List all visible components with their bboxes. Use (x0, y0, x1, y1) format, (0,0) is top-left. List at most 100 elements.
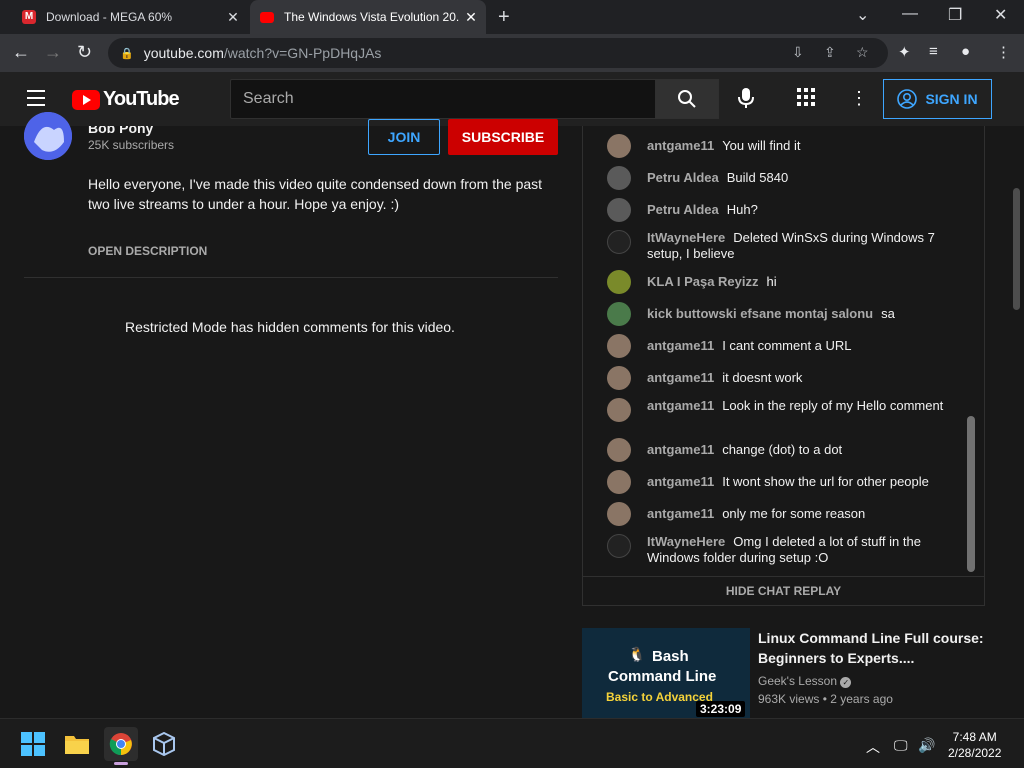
video-title[interactable]: Linux Command Line Full course: Beginner… (758, 628, 988, 668)
tab-mega-download[interactable]: M Download - MEGA 60% ✕ (8, 0, 248, 34)
youtube-page: YouTube Search ⋮ SIGN IN Bob Pony 25K su… (0, 72, 1024, 718)
system-clock[interactable]: 7:48 AM 2/28/2022 (948, 729, 1001, 761)
active-indicator (114, 762, 128, 765)
chat-message: antgame11 change (dot) to a dot (607, 438, 947, 462)
browser-menu-icon[interactable]: ⋮ (996, 43, 1011, 61)
chat-author[interactable]: KLA I Paşa Reyizz (647, 274, 759, 289)
chat-author[interactable]: Petru Aldea (647, 170, 719, 185)
sign-in-button[interactable]: SIGN IN (883, 79, 992, 119)
chat-text: Look in the reply of my Hello comment (722, 398, 944, 413)
chat-message: KLA I Paşa Reyizz hi (607, 270, 947, 294)
chat-author[interactable]: antgame11 (647, 506, 714, 521)
minimize-icon[interactable]: — (902, 5, 918, 23)
forward-icon[interactable]: → (44, 42, 62, 63)
chat-message: antgame11 You will find it (607, 134, 947, 158)
open-description-button[interactable]: OPEN DESCRIPTION (88, 244, 207, 258)
chat-author[interactable]: antgame11 (647, 398, 714, 413)
virtualbox-icon[interactable] (147, 727, 181, 761)
chat-author[interactable]: ItWayneHere (647, 230, 725, 245)
chat-author[interactable]: antgame11 (647, 338, 714, 353)
chat-author[interactable]: antgame11 (647, 370, 714, 385)
chat-text: I cant comment a URL (722, 338, 852, 353)
apps-grid-icon[interactable] (797, 88, 815, 111)
restore-icon[interactable]: ❐ (948, 5, 962, 25)
account-icon (897, 89, 918, 109)
chat-message: antgame11 It wont show the url for other … (607, 470, 947, 494)
file-explorer-icon[interactable] (60, 727, 94, 761)
chat-text: Huh? (726, 202, 758, 217)
chat-author[interactable]: antgame11 (647, 474, 714, 489)
youtube-logo[interactable]: YouTube (72, 88, 180, 111)
close-window-icon[interactable]: ✕ (994, 5, 1007, 25)
chat-author[interactable]: ItWayneHere (647, 534, 725, 549)
chat-message: Petru Aldea Huh? (607, 198, 947, 222)
menu-hamburger-icon[interactable] (27, 90, 45, 111)
search-input[interactable]: Search (230, 79, 656, 119)
settings-more-icon[interactable]: ⋮ (850, 88, 868, 109)
url-path: /watch?v=GN-PpDHqJAs (223, 45, 382, 61)
tab-title: The Windows Vista Evolution 20... (284, 10, 460, 24)
channel-avatar[interactable] (24, 112, 72, 160)
chat-author[interactable]: kick buttowski efsane montaj salonu (647, 306, 873, 321)
chat-replay-panel: antgame11 You will find it Petru Aldea Bui… (582, 126, 985, 576)
back-icon[interactable]: ← (12, 42, 30, 63)
chat-text: Build 5840 (726, 170, 789, 185)
avatar (607, 470, 631, 494)
microphone-icon[interactable] (738, 87, 754, 114)
avatar (607, 302, 631, 326)
chat-message: antgame11 it doesnt work (607, 366, 947, 390)
search-button[interactable] (655, 79, 719, 119)
close-tab-icon[interactable]: ✕ (222, 9, 244, 26)
profile-icon[interactable]: ● (961, 43, 970, 60)
video-duration: 3:23:09 (696, 701, 746, 717)
share-icon[interactable]: ⇪ (824, 44, 836, 61)
recommended-video[interactable]: 🐧 Bash Command Line Basic to Advanced 3:… (582, 628, 1012, 718)
browser-tab-strip: M Download - MEGA 60% ✕ The Windows Vist… (0, 0, 1024, 34)
close-tab-icon[interactable]: ✕ (460, 9, 482, 26)
avatar (607, 366, 631, 390)
avatar (607, 534, 631, 558)
bookmark-star-icon[interactable]: ☆ (856, 44, 869, 61)
video-description: Hello everyone, I've made this video qui… (88, 176, 543, 212)
chat-message: antgame11 Look in the reply of my Hello c… (607, 398, 947, 422)
hide-chat-replay-button[interactable]: HIDE CHAT REPLAY (582, 576, 985, 606)
chat-text: change (dot) to a dot (722, 442, 843, 457)
tab-youtube-video[interactable]: The Windows Vista Evolution 20... ✕ (250, 0, 486, 34)
extensions-icon[interactable]: ✦ (898, 43, 911, 61)
video-thumbnail[interactable]: 🐧 Bash Command Line Basic to Advanced 3:… (582, 628, 750, 718)
thumb-text: Bash (652, 648, 689, 665)
join-button[interactable]: JOIN (368, 119, 440, 155)
page-scrollbar[interactable] (1013, 188, 1020, 310)
browser-toolbar: ← → ↻ 🔒 youtube.com/watch?v=GN-PpDHqJAs … (0, 34, 1024, 72)
clock-date: 2/28/2022 (948, 746, 1002, 760)
new-tab-icon[interactable]: + (498, 6, 510, 29)
subscribe-button[interactable]: SUBSCRIBE (448, 119, 558, 155)
install-app-icon[interactable]: ⇩ (792, 44, 804, 61)
restricted-mode-notice: Restricted Mode has hidden comments for … (125, 319, 455, 335)
chat-message: ItWayneHere Deleted WinSxS during Windows… (607, 230, 947, 262)
avatar (607, 134, 631, 158)
chat-message: Petru Aldea Build 5840 (607, 166, 947, 190)
reload-icon[interactable]: ↻ (77, 42, 92, 63)
media-queue-icon[interactable]: ≡ (929, 43, 938, 60)
volume-icon[interactable]: 🔊 (918, 737, 935, 754)
chat-scrollbar[interactable] (967, 416, 975, 572)
chat-text: only me for some reason (722, 506, 866, 521)
start-button-icon[interactable] (16, 727, 50, 761)
tab-search-chevron-icon[interactable]: ⌄ (856, 5, 869, 25)
chat-text: hi (766, 274, 777, 289)
video-channel[interactable]: Geek's Lesson ✓ (758, 674, 852, 688)
show-hidden-icons-chevron-icon[interactable]: ︿ (866, 737, 880, 757)
chat-author[interactable]: antgame11 (647, 442, 714, 457)
avatar (607, 398, 631, 422)
chat-author[interactable]: antgame11 (647, 138, 714, 153)
avatar (607, 230, 631, 254)
chat-text: It wont show the url for other people (722, 474, 929, 489)
avatar (607, 502, 631, 526)
network-icon[interactable]: 🖵 (894, 737, 908, 754)
chat-author[interactable]: Petru Aldea (647, 202, 719, 217)
penguin-icon: 🐧 (628, 646, 646, 662)
chrome-icon[interactable] (104, 727, 138, 765)
address-bar[interactable]: 🔒 youtube.com/watch?v=GN-PpDHqJAs ⇩ ⇪ ☆ (108, 38, 888, 68)
chat-text: sa (881, 306, 895, 321)
